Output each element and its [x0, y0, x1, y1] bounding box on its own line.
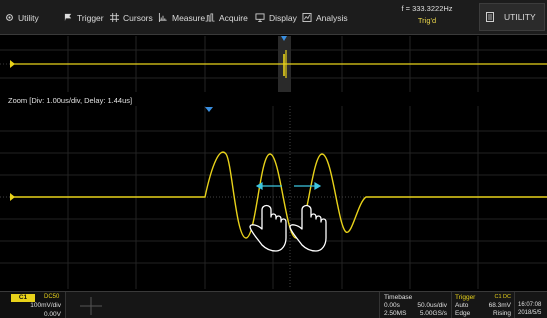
timebase-sample-rate: 5.00GS/s	[419, 310, 447, 317]
clock-time: 16:07:08	[518, 302, 542, 308]
timebase-scale: 50.0us/div	[417, 302, 447, 309]
menu-trigger-label: Trigger	[77, 12, 104, 23]
menu-utility[interactable]: Utility	[5, 0, 39, 35]
menu-trigger[interactable]: Trigger	[64, 0, 104, 35]
gesture-hand-right-icon	[289, 204, 327, 252]
utility-button-label: UTILITY	[504, 12, 536, 22]
channel1-badge: C1	[11, 294, 35, 302]
trigger-status-readout: f = 333.3222Hz Trig'd	[378, 3, 476, 31]
add-channel-button[interactable]	[76, 295, 106, 317]
cursors-grid-icon	[110, 13, 119, 22]
menu-measure[interactable]: Measure	[158, 0, 205, 35]
zoom-waveform-window[interactable]	[0, 106, 547, 289]
trigger-mode: Auto	[455, 302, 469, 309]
trigger-level: 68.3mV	[488, 302, 511, 309]
status-bar: C1 DC50 100mV/div 0.00V Timebase 0.00s 5…	[0, 291, 547, 318]
gear-icon	[6, 14, 13, 21]
menu-display-label: Display	[269, 12, 297, 23]
channel1-settings-box[interactable]: C1 DC50 100mV/div 0.00V	[0, 292, 66, 318]
zoom-trigger-marker	[205, 107, 213, 112]
timebase-delay: 0.00s	[384, 302, 400, 309]
channel1-offset: 0.00V	[44, 311, 61, 318]
acquire-icon	[205, 13, 215, 22]
menu-measure-label: Measure	[172, 12, 206, 23]
trigger-state: Trig'd	[417, 16, 437, 25]
menu-utility-label: Utility	[18, 12, 39, 23]
menu-acquire-label: Acquire	[219, 12, 248, 23]
plus-icon	[80, 297, 102, 315]
menu-analysis[interactable]: Analysis	[302, 0, 348, 35]
timebase-settings-box[interactable]: Timebase 0.00s 50.0us/div 2.50MS 5.00GS/…	[379, 292, 450, 318]
channel1-coupling: DC50	[44, 294, 60, 300]
measure-icon	[158, 13, 167, 22]
zoom-info-label: Zoom [Div: 1.00us/div, Delay: 1.44us]	[8, 96, 133, 105]
monitor-icon	[255, 13, 265, 22]
menu-analysis-label: Analysis	[316, 12, 348, 23]
timebase-title: Timebase	[384, 294, 413, 301]
frequency-readout: f = 333.3222Hz	[401, 4, 453, 13]
trigger-type: Edge	[455, 310, 471, 317]
channel1-vertical-scale: 100mV/div	[30, 302, 61, 309]
menu-acquire[interactable]: Acquire	[205, 0, 248, 35]
utility-button[interactable]: UTILITY	[479, 3, 545, 31]
trigger-slope: Rising	[492, 310, 511, 317]
trigger-title: Trigger	[455, 294, 476, 301]
menu-display[interactable]: Display	[255, 0, 297, 35]
datetime-box: 16:07:08 2018/5/5	[514, 292, 547, 318]
menu-bar: Utility Trigger Cursors Measure Acquire …	[0, 0, 547, 35]
channel1-level-marker	[10, 60, 15, 68]
menu-cursors-label: Cursors	[123, 12, 153, 23]
overview-waveform-window[interactable]	[0, 36, 547, 92]
document-icon	[486, 12, 494, 22]
analysis-icon	[302, 13, 312, 22]
timebase-sample-points: 2.50MS	[384, 310, 407, 317]
trigger-settings-box[interactable]: Trigger C1 DC Auto 68.3mV Edge Rising	[451, 292, 514, 318]
menu-cursors[interactable]: Cursors	[110, 0, 153, 35]
clock-date: 2018/5/5	[518, 310, 542, 316]
trigger-flag-icon	[64, 13, 72, 22]
trigger-source: C1 DC	[494, 294, 511, 300]
